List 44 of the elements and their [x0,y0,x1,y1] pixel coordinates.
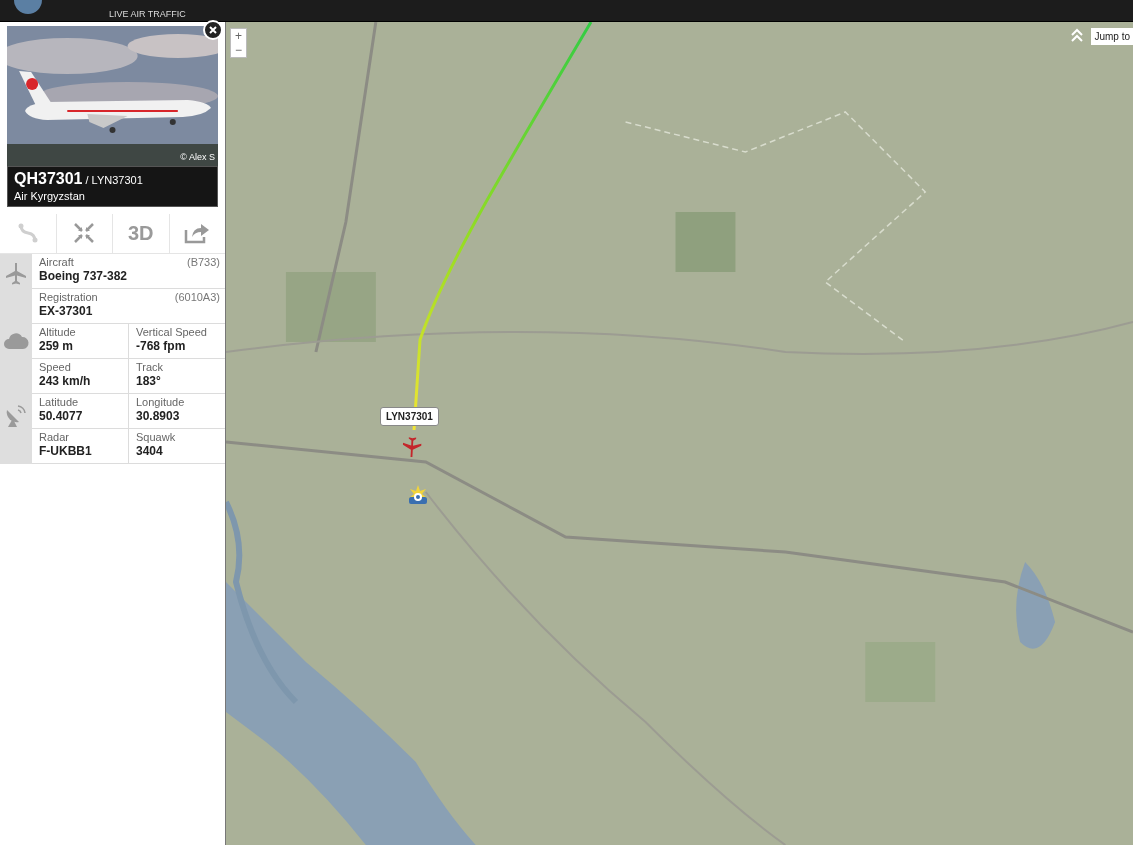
3d-label: 3D [127,221,154,246]
field-value: EX-37301 [39,303,94,319]
field-label: Squawk [136,430,176,444]
logo-tagline: LIVE AIR TRAFFIC [109,9,186,21]
zoom-out-button[interactable]: − [231,43,246,57]
close-button[interactable] [203,20,223,40]
airplane-icon[interactable] [401,436,423,458]
field-label: Altitude [39,325,76,339]
field-value: 259 m [39,338,75,354]
field-label: Registration [39,290,98,304]
field-label: Latitude [39,395,79,409]
field-value: 50.4077 [39,408,84,424]
photo-credit: © Alex S [180,150,215,164]
share-icon [184,222,211,244]
field-value: Boeing 737-382 [39,268,129,284]
map[interactable]: + − Jump to LYN37301 [225,22,1133,845]
zoom-in-button[interactable]: + [231,29,246,43]
globe-logo-icon [14,0,42,14]
plane-icon [4,261,28,286]
airport-marker-icon[interactable] [407,484,429,506]
field-label: Track [136,360,164,374]
field-label: Radar [39,430,69,444]
type-code: (6010A3) [174,290,220,304]
field-label: Aircraft [39,255,74,269]
field-value: 30.8903 [136,408,181,424]
type-code: (B733) [186,255,220,269]
field-label: Speed [39,360,71,374]
field-value: 183° [136,373,162,389]
flight-number: QH37301 [14,170,83,188]
route-icon [16,222,39,244]
field-label: Longitude [136,395,185,409]
field-value: 3404 [136,443,164,459]
callsign: / LYN37301 [85,173,143,188]
field-value: -768 fpm [136,338,187,354]
collapse-icon [73,222,96,244]
cloud-icon [3,331,29,350]
close-icon [209,26,217,34]
flight-label: LYN37301 [380,407,439,426]
field-value: F-UKBB1 [39,443,93,459]
collapse-up-icon[interactable] [1071,28,1083,42]
jump-to-button[interactable]: Jump to [1091,28,1133,45]
airline-name: Air Kyrgyzstan [14,188,86,203]
field-value: 243 km/h [39,373,92,389]
field-label: Vertical Speed [136,325,207,339]
